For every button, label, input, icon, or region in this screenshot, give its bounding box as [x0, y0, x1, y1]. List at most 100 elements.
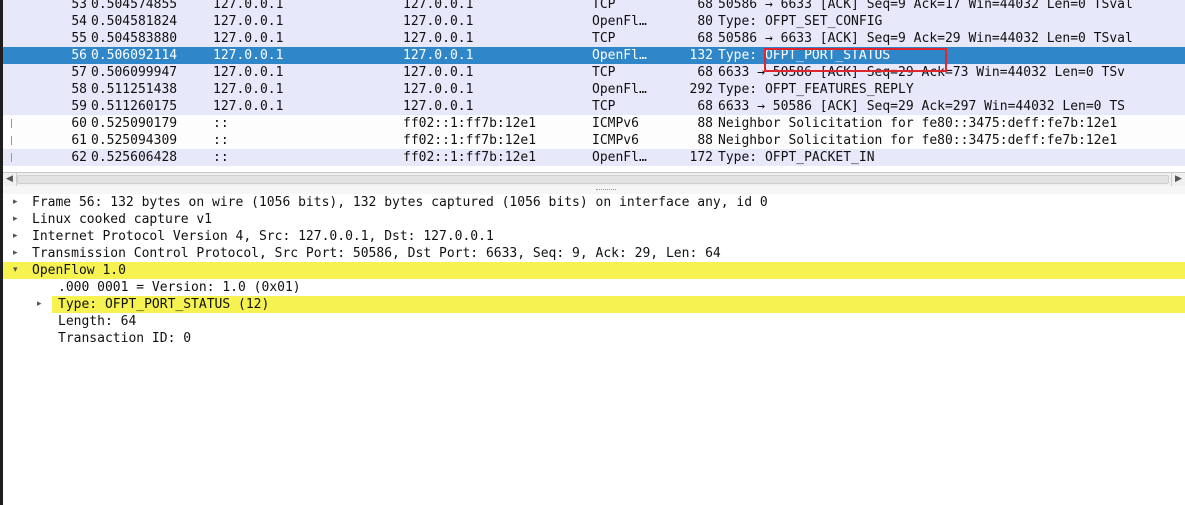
- detail-text: Linux cooked capture v1: [32, 212, 213, 227]
- packet-info: 6633 → 50586 [ACK] Seq=29 Ack=73 Win=440…: [718, 65, 1125, 80]
- packet-info: Neighbor Solicitation for fe80::3475:def…: [718, 133, 1118, 148]
- packet-length: 172: [689, 150, 713, 165]
- detail-text: Frame 56: 132 bytes on wire (1056 bits),…: [32, 195, 768, 210]
- packet-length: 68: [697, 0, 713, 12]
- packet-protocol: OpenFl…: [592, 82, 647, 97]
- packet-protocol: ICMPv6: [592, 116, 639, 131]
- packet-no: 57: [71, 65, 87, 80]
- packet-list[interactable]: 53 0.504574855 127.0.0.1 127.0.0.1 TCP 6…: [3, 0, 1185, 172]
- packet-row[interactable]: 54 0.504581824 127.0.0.1 127.0.0.1 OpenF…: [3, 13, 1185, 30]
- detail-text: Transmission Control Protocol, Src Port:…: [32, 246, 721, 261]
- detail-row-openflow[interactable]: ▾ OpenFlow 1.0: [3, 262, 1185, 279]
- packet-protocol: TCP: [592, 65, 616, 80]
- packet-time: 0.504574855: [91, 0, 178, 12]
- detail-row-frame[interactable]: ▸ Frame 56: 132 bytes on wire (1056 bits…: [3, 194, 1185, 211]
- packet-no: 59: [71, 99, 87, 114]
- packet-no: 56: [71, 48, 87, 63]
- packet-no: 58: [71, 82, 87, 97]
- packet-source: 127.0.0.1: [213, 48, 284, 63]
- packet-time: 0.525094309: [91, 133, 178, 148]
- packet-length: 68: [697, 99, 713, 114]
- scroll-left-icon[interactable]: ◀: [3, 173, 17, 186]
- packet-row[interactable]: 59 0.511260175 127.0.0.1 127.0.0.1 TCP 6…: [3, 98, 1185, 115]
- packet-protocol: OpenFl…: [592, 14, 647, 29]
- horizontal-scrollbar[interactable]: ◀ ▶: [3, 172, 1185, 186]
- packet-source: 127.0.0.1: [213, 0, 284, 12]
- collapse-arrow-icon[interactable]: ▾: [13, 262, 18, 279]
- packet-destination: 127.0.0.1: [403, 82, 474, 97]
- packet-time: 0.506099947: [91, 65, 178, 80]
- packet-row[interactable]: 61 0.525094309 :: ff02::1:ff7b:12e1 ICMP…: [3, 132, 1185, 149]
- detail-row-type[interactable]: ▸ Type: OFPT_PORT_STATUS (12): [37, 296, 1185, 313]
- packet-no: 53: [71, 0, 87, 12]
- packet-source: ::: [213, 133, 229, 148]
- packet-row[interactable]: 55 0.504583880 127.0.0.1 127.0.0.1 TCP 6…: [3, 30, 1185, 47]
- packet-protocol: TCP: [592, 31, 616, 46]
- pane-splitter[interactable]: [3, 186, 1185, 194]
- detail-row-version[interactable]: .000 0001 = Version: 1.0 (0x01): [3, 279, 1185, 296]
- packet-length: 88: [697, 116, 713, 131]
- packet-destination: 127.0.0.1: [403, 31, 474, 46]
- expand-arrow-icon[interactable]: ▸: [13, 228, 18, 245]
- scrollbar-thumb[interactable]: [17, 175, 1169, 184]
- expand-arrow-icon[interactable]: ▸: [13, 245, 18, 262]
- detail-text: Length: 64: [58, 314, 137, 329]
- packet-info: Type: OFPT_PACKET_IN: [718, 150, 875, 165]
- expand-arrow-icon[interactable]: ▸: [37, 296, 51, 313]
- tree-line: [11, 153, 12, 162]
- packet-length: 68: [697, 31, 713, 46]
- packet-time: 0.525606428: [91, 150, 178, 165]
- packet-info: Type: OFPT_PORT_STATUS: [718, 48, 891, 63]
- packet-protocol: OpenFl…: [592, 150, 647, 165]
- packet-protocol: ICMPv6: [592, 133, 639, 148]
- detail-row-tcp[interactable]: ▸ Transmission Control Protocol, Src Por…: [3, 245, 1185, 262]
- packet-row[interactable]: 53 0.504574855 127.0.0.1 127.0.0.1 TCP 6…: [3, 0, 1185, 13]
- packet-destination: 127.0.0.1: [403, 48, 474, 63]
- packet-no: 61: [71, 133, 87, 148]
- packet-protocol: TCP: [592, 99, 616, 114]
- packet-length: 292: [689, 82, 713, 97]
- packet-source: 127.0.0.1: [213, 31, 284, 46]
- packet-protocol: OpenFl…: [592, 48, 647, 63]
- detail-text: OpenFlow 1.0: [32, 263, 126, 278]
- packet-length: 68: [697, 65, 713, 80]
- detail-text: Type: OFPT_PORT_STATUS (12): [58, 297, 270, 312]
- detail-text: .000 0001 = Version: 1.0 (0x01): [58, 280, 301, 295]
- detail-row-linux-cooked[interactable]: ▸ Linux cooked capture v1: [3, 211, 1185, 228]
- packet-no: 60: [71, 116, 87, 131]
- tree-line: [11, 136, 12, 145]
- packet-info: 6633 → 50586 [ACK] Seq=29 Ack=297 Win=44…: [718, 99, 1125, 114]
- packet-details-pane[interactable]: ▸ Frame 56: 132 bytes on wire (1056 bits…: [3, 194, 1185, 505]
- packet-destination: 127.0.0.1: [403, 99, 474, 114]
- packet-row-selected[interactable]: 56 0.506092114 127.0.0.1 127.0.0.1 OpenF…: [3, 47, 1185, 64]
- packet-info: Type: OFPT_FEATURES_REPLY: [718, 82, 914, 97]
- scroll-right-icon[interactable]: ▶: [1171, 173, 1185, 186]
- splitter-grip-icon[interactable]: [596, 189, 616, 192]
- packet-row[interactable]: 60 0.525090179 :: ff02::1:ff7b:12e1 ICMP…: [3, 115, 1185, 132]
- packet-row[interactable]: 62 0.525606428 :: ff02::1:ff7b:12e1 Open…: [3, 149, 1185, 166]
- packet-row[interactable]: 57 0.506099947 127.0.0.1 127.0.0.1 TCP 6…: [3, 64, 1185, 81]
- packet-length: 80: [697, 14, 713, 29]
- detail-row-length[interactable]: Length: 64: [3, 313, 1185, 330]
- packet-row[interactable]: 58 0.511251438 127.0.0.1 127.0.0.1 OpenF…: [3, 81, 1185, 98]
- expand-arrow-icon[interactable]: ▸: [13, 211, 18, 228]
- detail-row-transaction-id[interactable]: Transaction ID: 0: [3, 330, 1185, 347]
- packet-source: ::: [213, 150, 229, 165]
- packet-source: 127.0.0.1: [213, 82, 284, 97]
- packet-source: 127.0.0.1: [213, 99, 284, 114]
- detail-row-ipv4[interactable]: ▸ Internet Protocol Version 4, Src: 127.…: [3, 228, 1185, 245]
- packet-destination: 127.0.0.1: [403, 0, 474, 12]
- packet-source: 127.0.0.1: [213, 14, 284, 29]
- packet-destination: ff02::1:ff7b:12e1: [403, 150, 537, 165]
- packet-source: ::: [213, 116, 229, 131]
- packet-time: 0.504581824: [91, 14, 178, 29]
- tree-line: [11, 119, 12, 128]
- packet-info: 50586 → 6633 [ACK] Seq=9 Ack=17 Win=4403…: [718, 0, 1133, 12]
- packet-no: 62: [71, 150, 87, 165]
- packet-no: 55: [71, 31, 87, 46]
- packet-time: 0.511260175: [91, 99, 178, 114]
- expand-arrow-icon[interactable]: ▸: [13, 194, 18, 211]
- detail-text: Internet Protocol Version 4, Src: 127.0.…: [32, 229, 494, 244]
- detail-text: Transaction ID: 0: [58, 331, 192, 346]
- packet-destination: ff02::1:ff7b:12e1: [403, 133, 537, 148]
